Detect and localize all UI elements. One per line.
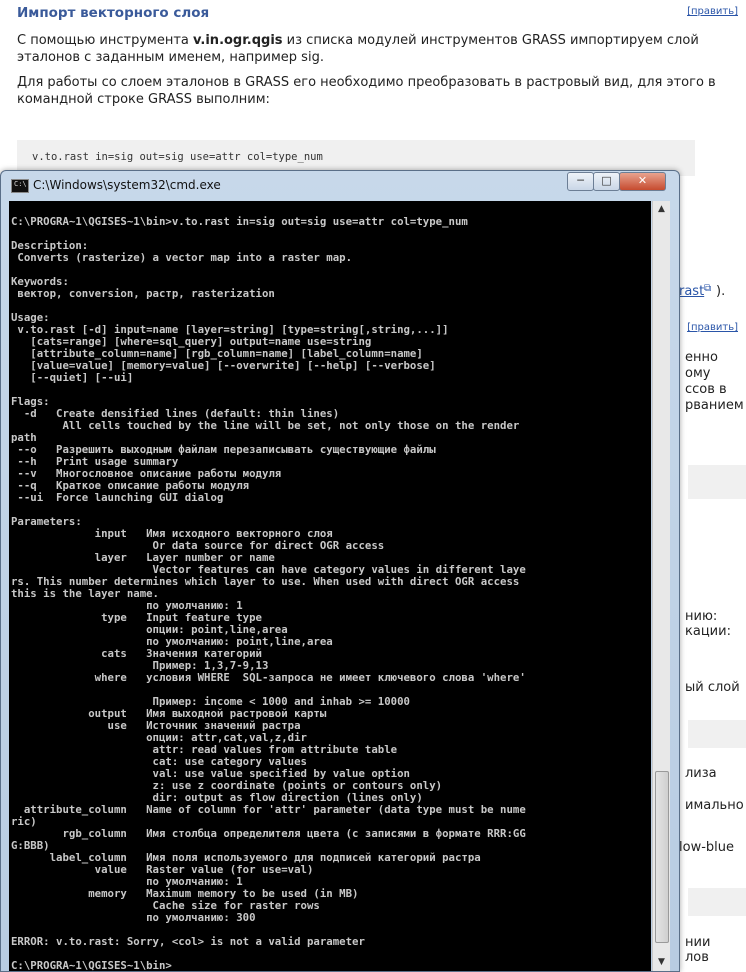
text-fragment: енно [685, 350, 718, 365]
edit-link[interactable]: [править] [687, 6, 738, 17]
console-line: C:\PROGRA~1\QGISES~1\bin> [11, 959, 172, 972]
cmd-icon: C:\ [11, 179, 29, 193]
console-line: attribute_column Name of column for 'att… [23, 803, 526, 816]
console-line: Converts (rasterize) a vector map into a… [17, 251, 353, 264]
vertical-scrollbar[interactable]: ▲ ▼ [652, 201, 670, 971]
text-fragment: имально [685, 798, 744, 813]
tool-name: v.in.ogr.qgis [193, 33, 283, 48]
text-fragment: ый слой [685, 680, 740, 695]
console-text: C:\PROGRA~1\QGISES~1\bin>v.to.rast in=si… [9, 201, 651, 972]
window-titlebar[interactable]: C:\ C:\Windows\system32\cmd.exe ─ □ ✕ [1, 171, 679, 199]
console-line: [--quiet] [--ui] [30, 371, 134, 384]
scrollbar-thumb[interactable] [655, 771, 669, 943]
wiki-section-title: Импорт векторного слоя [17, 5, 210, 21]
console-line: All cells touched by the line will be se… [62, 419, 520, 432]
console-output[interactable]: C:\PROGRA~1\QGISES~1\bin>v.to.rast in=si… [9, 201, 651, 971]
console-line: where условия WHERE SQL-запроса не имеет… [94, 671, 526, 684]
close-button[interactable]: ✕ [619, 172, 666, 191]
wiki-paragraph-1: С помощью инструмента v.in.ogr.qgis из с… [17, 32, 717, 66]
rast-link[interactable]: rast [679, 284, 704, 299]
grey-band [688, 888, 746, 916]
grey-band [688, 465, 746, 499]
console-line: C:\PROGRA~1\QGISES~1\bin>v.to.rast in=si… [11, 215, 468, 228]
external-link-icon: ⧉ [704, 283, 712, 294]
window-title: C:\Windows\system32\cmd.exe [33, 178, 221, 192]
text-fragment: лиза [685, 766, 717, 781]
text-fragment: кации: [685, 624, 731, 639]
edit-link-2[interactable]: [править] [687, 322, 738, 333]
console-line: rgb_column Имя столбца определителя цвет… [62, 827, 526, 840]
text-fragment: рванием [685, 398, 744, 413]
code-text: v.to.rast in=sig out=sig use=attr col=ty… [32, 151, 323, 163]
scroll-up-icon[interactable]: ▲ [653, 201, 670, 218]
text-fragment: ому [685, 366, 711, 381]
console-line: ERROR: v.to.rast: Sorry, <col> is not a … [11, 935, 365, 948]
para1-pre: С помощью инструмента [17, 33, 193, 48]
cmd-window[interactable]: C:\ C:\Windows\system32\cmd.exe ─ □ ✕ C:… [0, 170, 680, 972]
rast-tail: ). [716, 284, 726, 299]
text-fragment: ссов в [685, 382, 727, 397]
text-fragment: low-blue [679, 840, 734, 855]
minimize-button[interactable]: ─ [567, 172, 594, 191]
wiki-paragraph-2: Для работы со слоем эталонов в GRASS его… [17, 75, 716, 107]
text-fragment: нии [685, 935, 711, 950]
console-line: по умолчанию: 300 [146, 911, 256, 924]
text-fragment: нию: [685, 609, 718, 624]
grey-band [688, 720, 746, 748]
console-line: --ui Force launching GUI dialog [17, 491, 224, 504]
console-line: вектор, conversion, растр, rasterization [17, 287, 275, 300]
maximize-button[interactable]: □ [593, 172, 620, 191]
